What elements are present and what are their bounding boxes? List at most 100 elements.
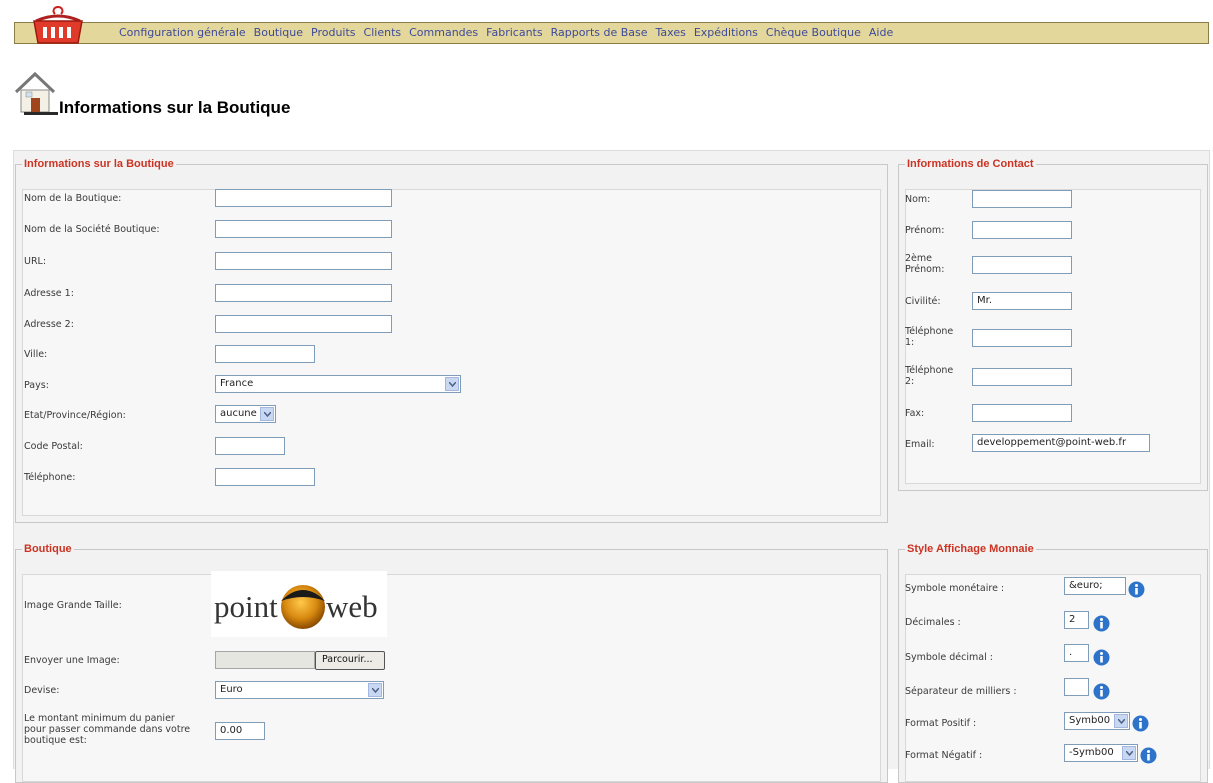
company-input[interactable] [215,220,392,238]
positive-format-select[interactable]: Symb00 [1064,712,1130,730]
info-icon[interactable] [1140,747,1157,764]
contact-title-input[interactable]: Mr. [972,292,1072,310]
house-icon [12,70,58,116]
label-contact-firstname: Prénom: [905,225,945,236]
currency-select[interactable]: Euro [215,681,384,699]
shop-info-legend: Informations sur la Boutique [24,158,174,170]
phone-input[interactable] [215,468,315,486]
decimals-input[interactable]: 2 [1064,611,1089,629]
boutique-fieldset: Boutique [15,543,888,783]
label-phone: Téléphone: [24,472,76,483]
nav-item-boutique[interactable]: Boutique [254,26,303,39]
label-positive-format: Format Positif : [905,718,977,729]
label-negative-format: Format Négatif : [905,750,983,761]
basket-logo-icon[interactable] [28,5,88,47]
money-style-legend: Style Affichage Monnaie [907,543,1034,555]
shop-name-input[interactable] [215,189,392,207]
positive-format-value: Symb00 [1069,715,1111,726]
currency-select-value: Euro [220,684,243,695]
label-image: Image Grande Taille: [24,600,122,611]
shop-info-fieldset: Informations sur la Boutique [15,158,888,523]
info-icon[interactable] [1128,581,1145,598]
label-contact-phone1: Téléphone 1: [905,326,954,348]
main-nav: Configuration générale Boutique Produits Cl… [119,26,901,39]
label-contact-email: Email: [905,439,935,450]
info-icon[interactable] [1093,649,1110,666]
boutique-inner [22,574,881,782]
info-icon[interactable] [1093,615,1110,632]
url-input[interactable] [215,252,392,270]
nav-item-clients[interactable]: Clients [364,26,402,39]
nav-item-aide[interactable]: Aide [869,26,893,39]
decimal-symbol-input[interactable]: . [1064,644,1089,662]
logo-text-right: web [326,589,378,624]
label-contact-title: Civilité: [905,296,941,307]
label-contact-fax: Fax: [905,408,925,419]
chevron-down-icon[interactable] [1122,746,1136,760]
city-input[interactable] [215,345,315,363]
postcode-input[interactable] [215,437,285,455]
chevron-down-icon[interactable] [260,407,274,421]
label-contact-phone2: Téléphone 2: [905,365,954,387]
nav-item-taxes[interactable]: Taxes [656,26,686,39]
label-company: Nom de la Société Boutique: [24,224,160,235]
top-menu-bar: Configuration générale Boutique Produits Cl… [14,22,1209,44]
contact-firstname-input[interactable] [972,221,1072,239]
nav-item-produits[interactable]: Produits [311,26,356,39]
state-select[interactable]: aucune [215,405,276,423]
state-select-value: aucune [220,408,257,419]
logo-text-left: point [214,589,278,624]
label-thousands: Séparateur de milliers : [905,686,1017,697]
currency-symbol-input[interactable]: &euro; [1064,577,1126,595]
label-postcode: Code Postal: [24,441,83,452]
upload-file-field[interactable] [215,651,315,669]
country-select[interactable]: France [215,375,461,393]
boutique-legend: Boutique [24,543,72,555]
contact-phone2-input[interactable] [972,368,1072,386]
label-shop-name: Nom de la Boutique: [24,193,122,204]
min-amount-input[interactable]: 0.00 [215,722,265,740]
contact-email-input[interactable]: developpement@point-web.fr [972,434,1150,452]
label-currency-symbol: Symbole monétaire : [905,583,1005,594]
info-icon[interactable] [1093,683,1110,700]
browse-button[interactable]: Parcourir... [315,651,385,670]
chevron-down-icon[interactable] [445,377,459,391]
page-title: Informations sur la Boutique [59,98,291,117]
label-currency: Devise: [24,685,60,696]
label-city: Ville: [24,349,48,360]
contact-phone1-input[interactable] [972,329,1072,347]
label-address1: Adresse 1: [24,288,74,299]
nav-item-fabricants[interactable]: Fabricants [486,26,542,39]
shop-logo-image: point web [211,571,387,637]
label-country: Pays: [24,380,49,391]
address1-input[interactable] [215,284,392,302]
label-contact-lastname: Nom: [905,194,931,205]
chevron-down-icon[interactable] [1114,714,1128,728]
label-address2: Adresse 2: [24,319,74,330]
label-url: URL: [24,256,47,267]
money-style-fieldset: Style Affichage Monnaie [898,543,1208,783]
contact-lastname-input[interactable] [972,190,1072,208]
label-upload: Envoyer une Image: [24,655,120,666]
thousands-input[interactable] [1064,678,1089,696]
nav-item-expeditions[interactable]: Expéditions [694,26,758,39]
label-min-amount: Le montant minimum du panier pour passer… [24,713,191,746]
negative-format-value: -Symb00 [1069,747,1114,758]
label-decimal-symbol: Symbole décimal : [905,652,993,663]
label-decimals: Décimales : [905,617,961,628]
nav-item-cheque[interactable]: Chèque Boutique [766,26,861,39]
address2-input[interactable] [215,315,392,333]
chevron-down-icon[interactable] [368,683,382,697]
contact-middlename-input[interactable] [972,256,1072,274]
country-select-value: France [220,378,254,389]
label-state: Etat/Province/Région: [24,410,126,421]
shop-info-inner [22,189,881,516]
info-icon[interactable] [1132,715,1149,732]
nav-item-commandes[interactable]: Commandes [409,26,478,39]
contact-fax-input[interactable] [972,404,1072,422]
label-contact-middlename: 2ème Prénom: [905,253,945,275]
negative-format-select[interactable]: -Symb00 [1064,744,1138,762]
nav-item-rapports[interactable]: Rapports de Base [551,26,648,39]
contact-legend: Informations de Contact [907,158,1034,170]
nav-item-configuration[interactable]: Configuration générale [119,26,246,39]
